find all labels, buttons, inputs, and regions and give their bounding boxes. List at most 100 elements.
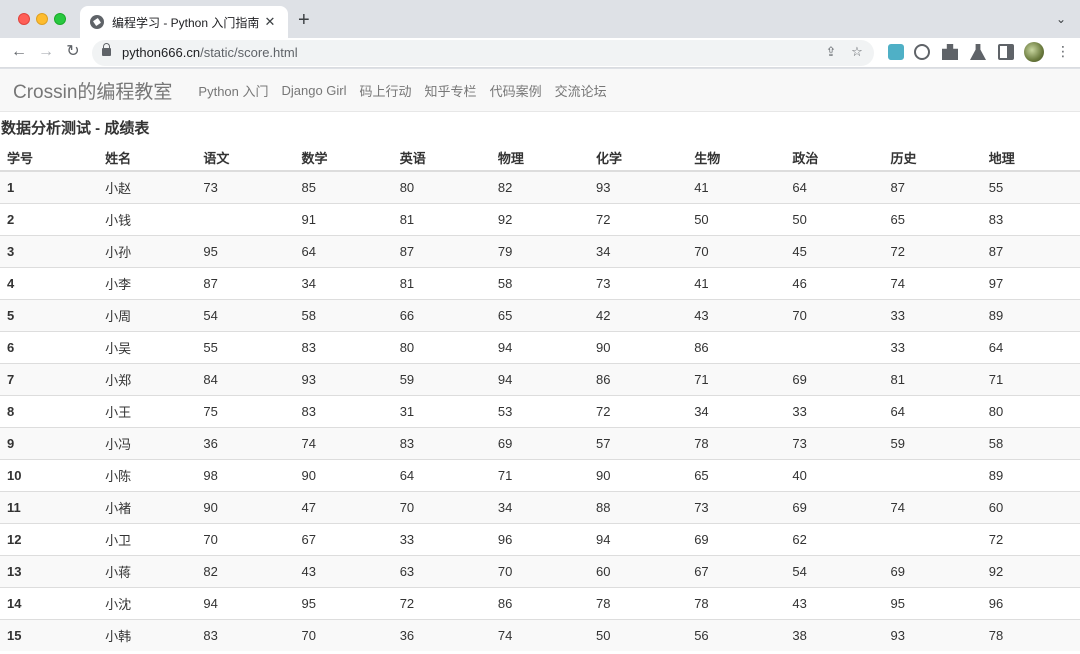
student-name-cell: 小周 [98,298,197,331]
tab-search-chevron-icon[interactable]: ⌄ [1056,12,1066,26]
student-name-cell: 小蒋 [98,554,197,587]
score-cell: 83 [294,394,393,427]
score-cell: 60 [589,554,688,587]
score-cell: 53 [490,394,590,427]
bookmark-star-icon[interactable]: ☆ [848,44,866,60]
score-cell: 64 [785,170,884,203]
column-header: 化学 [589,144,688,172]
student-name-cell: 小钱 [98,202,197,235]
back-button[interactable]: ← [9,42,29,62]
nav-link-code-cases[interactable]: 代码案例 [490,81,542,100]
score-cell: 71 [981,362,1080,395]
score-cell: 74 [490,618,590,651]
column-header: 数学 [294,144,393,172]
table-row: 1 小赵 73 85 80 82 93 41 64 87 55 [0,170,1080,203]
column-header: 物理 [490,144,590,172]
score-cell: 63 [392,554,491,587]
browser-tab-strip: 编程学习 - Python 入门指南 ✕ + ⌄ [0,0,1080,38]
forward-button[interactable]: → [36,42,56,62]
nav-link-code-action[interactable]: 码上行动 [360,81,412,100]
lab-flask-icon[interactable] [970,44,986,60]
score-cell: 54 [196,298,295,331]
score-cell: 65 [687,458,786,491]
score-cell: 58 [981,426,1080,459]
browser-toolbar: ← → ↻ python666.cn/static/score.html ⇪ ☆… [0,38,1080,68]
score-cell: 40 [785,458,884,491]
score-cell: 81 [392,202,491,235]
score-cell: 67 [294,522,393,555]
student-id-cell: 12 [0,522,99,555]
score-cell [196,202,295,235]
score-cell: 71 [490,458,590,491]
close-window-icon[interactable] [18,13,30,25]
reload-button[interactable]: ↻ [63,42,83,62]
column-header: 语文 [196,144,295,172]
student-id-cell: 3 [0,234,99,267]
score-cell: 62 [785,522,884,555]
column-header: 生物 [687,144,786,172]
score-cell: 50 [785,202,884,235]
extension-eye-icon[interactable] [914,44,930,60]
score-cell: 72 [883,234,982,267]
student-id-cell: 11 [0,490,99,523]
score-cell: 95 [883,586,982,619]
nav-link-zhihu-column[interactable]: 知乎专栏 [425,81,477,100]
new-tab-button[interactable]: + [298,10,310,30]
score-cell: 33 [392,522,491,555]
score-cell: 50 [687,202,786,235]
score-cell: 60 [981,490,1080,523]
score-cell [785,330,884,363]
score-cell: 87 [883,170,982,203]
score-cell: 72 [981,522,1080,555]
extension-music-icon[interactable] [888,44,904,60]
score-cell: 64 [981,330,1080,363]
share-icon[interactable]: ⇪ [822,44,840,60]
tab-close-icon[interactable]: ✕ [262,14,278,30]
score-cell: 94 [589,522,688,555]
score-cell: 42 [589,298,688,331]
score-cell: 80 [392,330,491,363]
side-panel-icon[interactable] [998,44,1014,60]
browser-menu-icon[interactable]: ⋮ [1056,43,1070,59]
table-row: 9 小冯 36 74 83 69 57 78 73 59 58 [0,426,1080,459]
score-cell: 67 [687,554,786,587]
student-id-cell: 2 [0,202,99,235]
score-cell: 86 [589,362,688,395]
score-cell: 93 [589,170,688,203]
score-cell [883,522,982,555]
table-row: 4 小李 87 34 81 58 73 41 46 74 97 [0,266,1080,299]
url-text[interactable]: python666.cn/static/score.html [122,45,298,60]
profile-avatar[interactable] [1024,42,1044,62]
score-cell: 83 [981,202,1080,235]
address-bar[interactable]: python666.cn/static/score.html ⇪ ☆ [92,40,874,66]
browser-tab-active[interactable]: 编程学习 - Python 入门指南 ✕ [80,6,288,38]
score-cell: 75 [196,394,295,427]
score-cell: 70 [687,234,786,267]
score-cell [883,458,982,491]
score-cell: 57 [589,426,688,459]
score-cell: 43 [687,298,786,331]
score-cell: 55 [196,330,295,363]
lock-icon[interactable] [102,43,111,56]
score-cell: 66 [392,298,491,331]
site-brand-link[interactable]: Crossin的编程教室 [13,77,172,104]
student-name-cell: 小沈 [98,586,197,619]
student-id-cell: 6 [0,330,99,363]
nav-link-python[interactable]: Python 入门 [198,81,268,100]
minimize-window-icon[interactable] [36,13,48,25]
score-cell: 47 [294,490,393,523]
score-cell: 64 [392,458,491,491]
score-cell: 50 [589,618,688,651]
score-cell: 83 [196,618,295,651]
score-cell: 90 [589,330,688,363]
nav-link-forum[interactable]: 交流论坛 [555,81,607,100]
maximize-window-icon[interactable] [54,13,66,25]
score-cell: 88 [589,490,688,523]
table-row: 8 小王 75 83 31 53 72 34 33 64 80 [0,394,1080,427]
nav-link-django-girl[interactable]: Django Girl [282,83,347,98]
score-cell: 97 [981,266,1080,299]
score-cell: 93 [883,618,982,651]
score-cell: 64 [294,234,393,267]
extensions-puzzle-icon[interactable] [942,44,958,60]
score-cell: 79 [490,234,590,267]
